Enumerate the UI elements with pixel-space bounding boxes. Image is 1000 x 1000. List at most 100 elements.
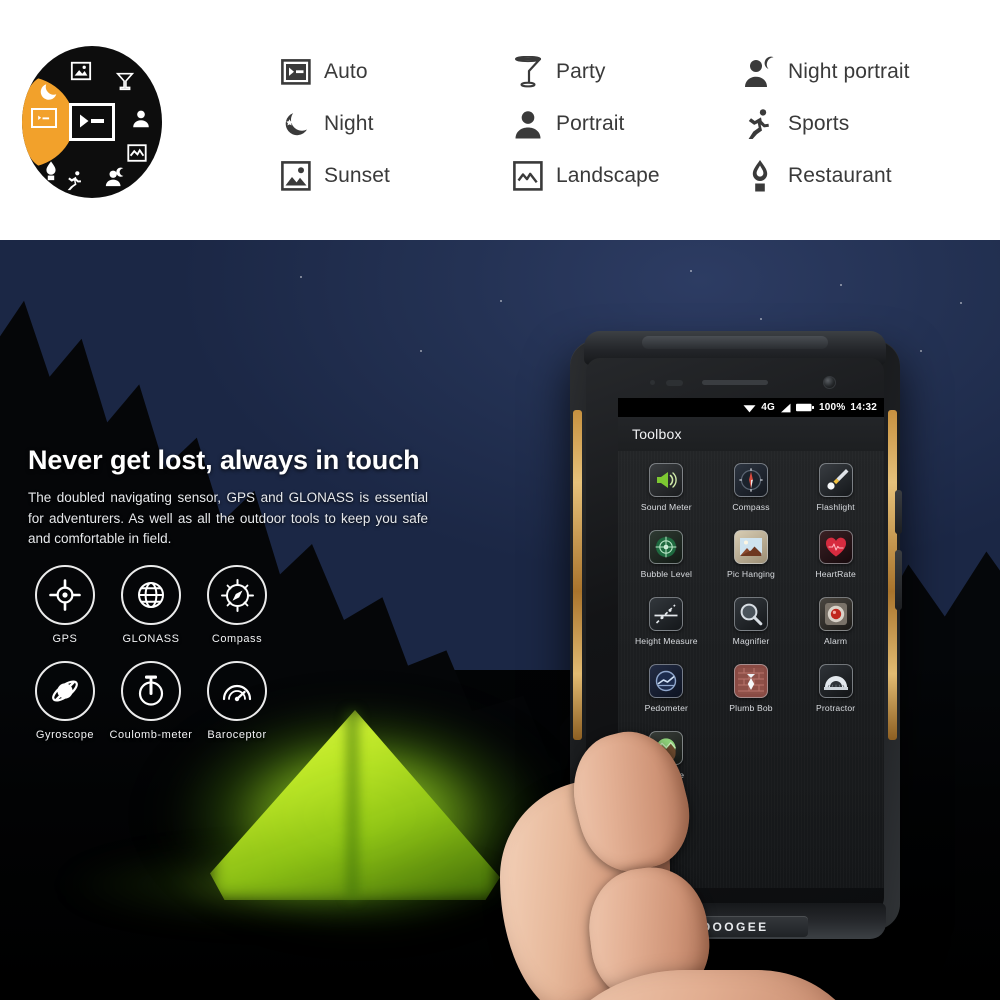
tool-flashlight[interactable]: Flashlight: [793, 463, 878, 530]
scene-mode-portrait[interactable]: Portrait: [510, 98, 742, 150]
page-title: Never get lost, always in touch: [28, 445, 420, 475]
compass-icon: [207, 565, 267, 625]
phone-left-rail: [573, 410, 582, 740]
tool-label: Protractor: [816, 703, 856, 713]
light-sensor-icon: [666, 380, 683, 386]
scene-mode-list: Auto Party Night portrait Night Portrait: [278, 46, 984, 206]
sensor-badge-compass: Compass: [194, 565, 280, 661]
phone-front-face: 4G 100% 14:32 Toolbox Sound Meter Compas…: [586, 358, 884, 912]
tool-label: HeartRate: [815, 569, 856, 579]
brand-label: DOOGEE: [701, 919, 769, 934]
stopwatch-icon: [121, 661, 181, 721]
night-portrait-icon: [742, 55, 778, 89]
tool-height-measure[interactable]: Height Measure: [624, 597, 709, 664]
sensor-badge-gyroscope: Gyroscope: [22, 661, 108, 757]
clock-label: 14:32: [850, 402, 877, 413]
tool-magnifier[interactable]: Magnifier: [709, 597, 794, 664]
hero-photo-section: Never get lost, always in touch The doub…: [0, 240, 1000, 1000]
tool-label: Height Measure: [634, 636, 698, 646]
sensor-label: Baroceptor: [207, 729, 267, 741]
height-measure-icon: [649, 597, 684, 631]
tool-label: Bubble Level: [640, 569, 693, 579]
tool-label: Sound Meter: [640, 502, 692, 512]
gauge-icon: [207, 661, 267, 721]
sunset-icon: [278, 159, 314, 193]
dial-night-portrait-icon[interactable]: [104, 166, 126, 188]
camera-scene-mode-dial[interactable]: [22, 46, 162, 198]
scene-mode-party[interactable]: Party: [510, 46, 742, 98]
tool-label: Pic Hanging: [726, 569, 775, 579]
scene-mode-auto[interactable]: Auto: [278, 46, 510, 98]
dial-night-icon[interactable]: [38, 80, 60, 102]
front-camera-icon: [823, 376, 836, 389]
sound-meter-icon: [649, 463, 684, 497]
scene-mode-label: Night: [324, 112, 374, 135]
tool-compass[interactable]: Compass: [709, 463, 794, 530]
magnifier-icon: [733, 597, 768, 631]
plumb-bob-icon: [733, 664, 768, 698]
auto-icon: [278, 55, 314, 89]
scene-mode-sports[interactable]: Sports: [742, 98, 984, 150]
scene-mode-restaurant[interactable]: Restaurant: [742, 150, 984, 202]
scene-mode-label: Landscape: [556, 164, 660, 187]
night-icon: [278, 107, 314, 141]
dial-background: [22, 46, 162, 198]
scene-mode-label: Restaurant: [788, 164, 892, 187]
tool-bubble-level[interactable]: Bubble Level: [624, 530, 709, 597]
phone-screen: 4G 100% 14:32 Toolbox Sound Meter Compas…: [618, 398, 884, 888]
compass-app-icon: [733, 463, 768, 497]
scene-mode-night-portrait[interactable]: Night portrait: [742, 46, 984, 98]
landscape-icon: [510, 159, 546, 193]
tool-plumb-bob[interactable]: Plumb Bob: [709, 664, 794, 731]
tool-pic-hanging[interactable]: Pic Hanging: [709, 530, 794, 597]
wifi-icon: [743, 403, 756, 413]
sensor-badge-grid: GPS GLONASS Compass Gyroscope Coulomb-me: [22, 565, 312, 757]
globe-icon: [121, 565, 181, 625]
sensor-badge-coulomb-meter: Coulomb-meter: [108, 661, 194, 757]
tool-label: Magnifier: [732, 636, 770, 646]
sensor-label: Compass: [211, 633, 263, 645]
tool-protractor[interactable]: Protractor: [793, 664, 878, 731]
scene-mode-label: Sunset: [324, 164, 390, 187]
volume-button[interactable]: [895, 550, 902, 610]
sensor-label: Gyroscope: [35, 729, 95, 741]
portrait-icon: [510, 107, 546, 141]
tool-label: Flashlight: [816, 502, 855, 512]
tool-alarm[interactable]: Alarm: [793, 597, 878, 664]
status-bar: 4G 100% 14:32: [618, 398, 884, 417]
dial-landscape-icon[interactable]: [126, 142, 148, 164]
rugged-smartphone: 4G 100% 14:32 Toolbox Sound Meter Compas…: [570, 331, 902, 939]
sensor-label: GPS: [52, 633, 78, 645]
scene-mode-night[interactable]: Night: [278, 98, 510, 150]
heart-rate-icon: [818, 530, 853, 564]
scene-mode-label: Party: [556, 60, 606, 83]
dial-party-icon[interactable]: [114, 70, 136, 92]
battery-percent-label: 100%: [819, 402, 846, 413]
tool-pressure[interactable]: Pressure: [624, 731, 709, 798]
battery-icon: [796, 403, 815, 412]
dial-sports-icon[interactable]: [64, 170, 86, 192]
protractor-icon: [818, 664, 853, 698]
scene-mode-landscape[interactable]: Landscape: [510, 150, 742, 202]
alarm-icon: [818, 597, 853, 631]
pic-hanging-icon: [733, 530, 768, 564]
app-title: Toolbox: [618, 417, 884, 451]
scene-mode-sunset[interactable]: Sunset: [278, 150, 510, 202]
power-button[interactable]: [895, 490, 902, 534]
tool-label: Alarm: [824, 636, 848, 646]
dial-center-auto-icon[interactable]: [69, 103, 115, 141]
dial-portrait-icon[interactable]: [130, 108, 152, 130]
dial-selected-auto-icon[interactable]: [31, 108, 57, 128]
restaurant-icon: [742, 159, 778, 193]
sensor-badge-gps: GPS: [22, 565, 108, 661]
tool-pedometer[interactable]: Pedometer: [624, 664, 709, 731]
tool-label: Pressure: [648, 770, 685, 780]
tool-sound-meter[interactable]: Sound Meter: [624, 463, 709, 530]
toolbox-app-grid: Sound Meter Compass Flashlight Bubble Le…: [618, 451, 884, 888]
dial-sunset-icon[interactable]: [70, 60, 92, 82]
bubble-level-icon: [649, 530, 684, 564]
pressure-icon: [649, 731, 684, 765]
dial-restaurant-icon[interactable]: [40, 160, 62, 182]
tool-heart-rate[interactable]: HeartRate: [793, 530, 878, 597]
brand-plate: DOOGEE: [662, 916, 808, 937]
